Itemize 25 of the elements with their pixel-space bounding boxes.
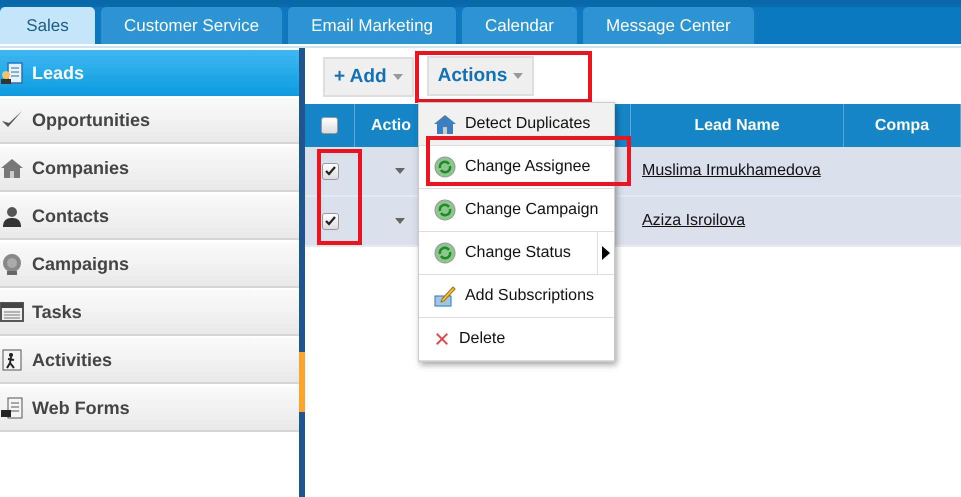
sidebar-item[interactable]: Contacts bbox=[0, 194, 299, 240]
column-header[interactable]: Compa bbox=[844, 104, 961, 147]
tab[interactable]: Sales bbox=[0, 7, 95, 44]
column-header[interactable]: Lead Name bbox=[631, 104, 844, 147]
menu-item[interactable]: Detect Duplicates bbox=[419, 103, 614, 146]
sidebar-item[interactable]: Web Forms bbox=[0, 386, 299, 432]
menu-item[interactable]: Delete bbox=[419, 318, 614, 361]
sidebar-item[interactable]: Campaigns bbox=[0, 242, 299, 288]
menu-item-label: Detect Duplicates bbox=[465, 115, 590, 133]
menu-item-label: Change Status bbox=[465, 244, 571, 262]
menu-item-label: Change Assignee bbox=[465, 158, 590, 176]
menu-item[interactable]: Change Status bbox=[419, 232, 614, 275]
menu-item-label: Change Campaign bbox=[465, 201, 598, 219]
actions-button[interactable]: Actions bbox=[426, 56, 534, 96]
menu-item-label: Add Subscriptions bbox=[465, 287, 594, 305]
menu-item[interactable]: Change Campaign bbox=[419, 189, 614, 232]
add-button[interactable]: + Add bbox=[323, 57, 414, 97]
lead-name-link[interactable]: Aziza Isroilova bbox=[642, 212, 746, 230]
sidebar-item[interactable]: Activities bbox=[0, 338, 299, 384]
menu-item-label: Delete bbox=[459, 330, 506, 348]
sidebar-item[interactable]: Tasks bbox=[0, 290, 299, 336]
sidebar-item[interactable]: Companies bbox=[0, 146, 299, 192]
menu-item[interactable]: Add Subscriptions bbox=[419, 275, 614, 318]
lead-name-link[interactable]: Muslima Irmukhamedova bbox=[642, 162, 821, 180]
sidebar-item[interactable]: Opportunities bbox=[0, 98, 299, 144]
